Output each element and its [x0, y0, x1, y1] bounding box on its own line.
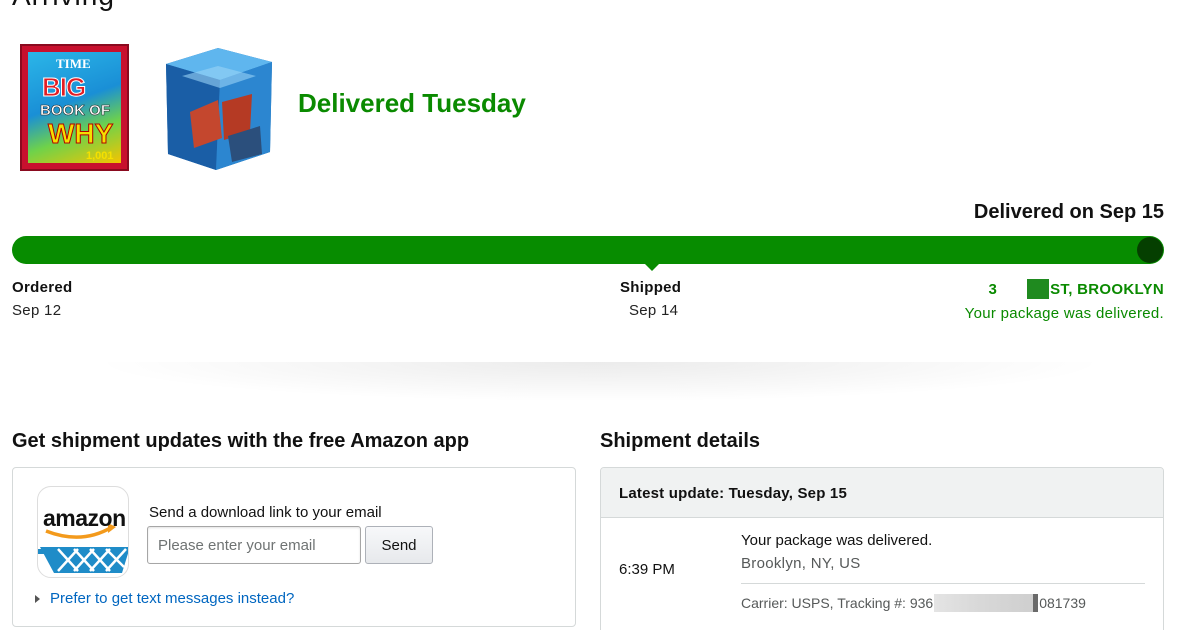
book-cover-time: TIME — [56, 56, 91, 71]
step-ordered: Ordered Sep 12 — [12, 279, 72, 319]
delivery-progress-bar — [12, 236, 1164, 271]
step-delivered-status: Your package was delivered. — [964, 305, 1164, 322]
progress-shipped-marker — [645, 264, 659, 271]
amazon-app-icon[interactable]: amazon — [37, 486, 129, 578]
shipment-details-panel: Latest update: Tuesday, Sep 15 6:39 PM Y… — [600, 467, 1164, 630]
update-separator — [741, 583, 1145, 584]
carrier-tracking: Carrier: USPS, Tracking #: 936 081739 — [741, 594, 1086, 612]
book-cover-why: WHY — [47, 118, 114, 150]
step-shipped-label: Shipped — [620, 279, 682, 296]
app-download-panel: amazon Send a download link to your emai… — [12, 467, 576, 627]
address-end: ST, BROOKLYN — [1050, 280, 1164, 298]
update-location: Brooklyn, NY, US — [741, 555, 861, 572]
app-section-title: Get shipment updates with the free Amazo… — [12, 430, 470, 452]
update-message: Your package was delivered. — [741, 532, 933, 549]
address-start: 3 — [988, 280, 998, 298]
email-input[interactable] — [147, 526, 361, 564]
step-shipped: Shipped Sep 14 — [620, 279, 681, 319]
expand-caret-icon — [35, 594, 40, 603]
carrier-tracking-prefix: Carrier: USPS, Tracking #: 936 — [741, 595, 934, 611]
delivered-on-date: Delivered on Sep 15 — [973, 201, 1164, 223]
progress-end-dot — [1137, 237, 1163, 263]
section-divider — [90, 362, 1110, 402]
step-delivered-address: 3 ST, BROOKLYN — [965, 279, 1164, 299]
step-shipped-date: Sep 14 — [628, 302, 679, 319]
amazon-cart-icon — [38, 523, 128, 573]
amazon-wordmark: amazon — [43, 505, 126, 531]
book-cover-bookof: BOOK OF — [40, 102, 111, 120]
text-message-link[interactable]: Prefer to get text messages instead? — [35, 590, 294, 607]
tracking-redaction — [934, 594, 1039, 612]
product-image-book[interactable]: TIME BIG BOOK OF WHY 1,001 — [20, 44, 129, 171]
book-cover-big: BIG — [41, 72, 86, 103]
shipment-section-title: Shipment details — [600, 430, 761, 452]
step-ordered-date: Sep 12 — [12, 302, 62, 319]
carrier-tracking-suffix: 081739 — [1039, 595, 1086, 611]
address-redaction-light — [1001, 280, 1027, 298]
step-ordered-label: Ordered — [12, 279, 73, 296]
latest-update-header: Latest update: Tuesday, Sep 15 — [601, 468, 1163, 518]
book-cover-number: 1,001 — [86, 150, 114, 162]
text-message-link-label[interactable]: Prefer to get text messages instead? — [50, 590, 294, 607]
address-redaction-block — [1027, 279, 1050, 299]
step-delivered: 3 ST, BROOKLYN Your package was delivered… — [965, 279, 1164, 322]
delivery-headline: Delivered Tuesday — [298, 88, 526, 118]
cube-picture — [166, 48, 272, 170]
product-image-cube[interactable] — [160, 42, 276, 174]
send-button[interactable]: Send — [365, 526, 433, 564]
update-time: 6:39 PM — [619, 561, 675, 578]
book-cover-art: TIME BIG BOOK OF WHY 1,001 — [28, 52, 121, 163]
page-heading-cut: Arriving — [12, 0, 115, 12]
send-link-label: Send a download link to your email — [149, 504, 382, 521]
